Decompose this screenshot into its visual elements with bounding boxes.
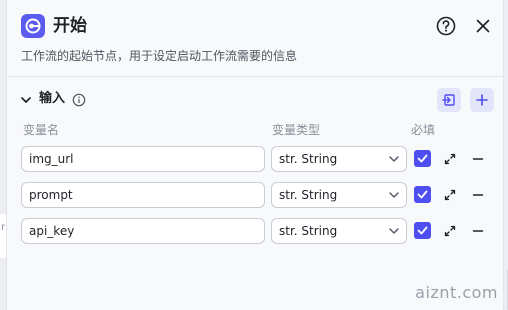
header-divider (7, 76, 503, 77)
chevron-down-icon (389, 156, 399, 162)
remove-variable-icon[interactable] (471, 223, 485, 237)
add-variable-button[interactable] (470, 88, 494, 112)
variable-type-select[interactable]: str. String (271, 146, 407, 172)
chevron-down-icon (389, 192, 399, 198)
close-icon[interactable] (473, 16, 493, 36)
variable-name-input[interactable] (21, 146, 265, 172)
expand-icon[interactable] (443, 223, 457, 237)
variable-type-value: str. String (279, 224, 338, 238)
start-node-panel: 开始 工作流的起始节点，用于设定启动工作流需要的信息 输入 变量名 变量类型 必… (6, 0, 508, 310)
remove-variable-icon[interactable] (471, 151, 485, 165)
variable-type-select[interactable]: str. String (271, 182, 407, 208)
plus-icon (476, 94, 488, 106)
question-circle-icon[interactable] (435, 15, 457, 37)
variable-type-select[interactable]: str. String (271, 218, 407, 244)
chevron-down-icon (389, 228, 399, 234)
start-node-icon (21, 14, 45, 38)
section-title-input: 输入 (39, 91, 66, 106)
column-header-name: 变量名 (23, 123, 60, 137)
variable-row: str. String (7, 182, 503, 208)
required-checkbox[interactable] (414, 150, 431, 167)
required-checkbox[interactable] (414, 186, 431, 203)
variable-name-input[interactable] (21, 218, 265, 244)
chevron-down-icon[interactable] (19, 92, 33, 106)
panel-header: 开始 工作流的起始节点，用于设定启动工作流需要的信息 (7, 0, 503, 76)
import-variables-button[interactable] (437, 88, 461, 112)
info-icon[interactable] (72, 92, 86, 107)
watermark: aiznt.com (415, 283, 498, 302)
column-header-required: 必填 (411, 123, 436, 137)
background-fragment-text: r (1, 222, 6, 233)
input-section-header: 输入 (7, 84, 503, 114)
variable-type-value: str. String (279, 188, 338, 202)
variable-name-input[interactable] (21, 182, 265, 208)
import-icon (442, 94, 455, 106)
node-description: 工作流的起始节点，用于设定启动工作流需要的信息 (21, 49, 298, 63)
required-checkbox[interactable] (414, 222, 431, 239)
expand-icon[interactable] (443, 151, 457, 165)
expand-icon[interactable] (443, 187, 457, 201)
variable-type-value: str. String (279, 152, 338, 166)
variable-row: str. String (7, 218, 503, 244)
column-header-type: 变量类型 (272, 123, 321, 137)
variable-row: str. String (7, 146, 503, 172)
remove-variable-icon[interactable] (471, 187, 485, 201)
page-title: 开始 (53, 16, 87, 36)
